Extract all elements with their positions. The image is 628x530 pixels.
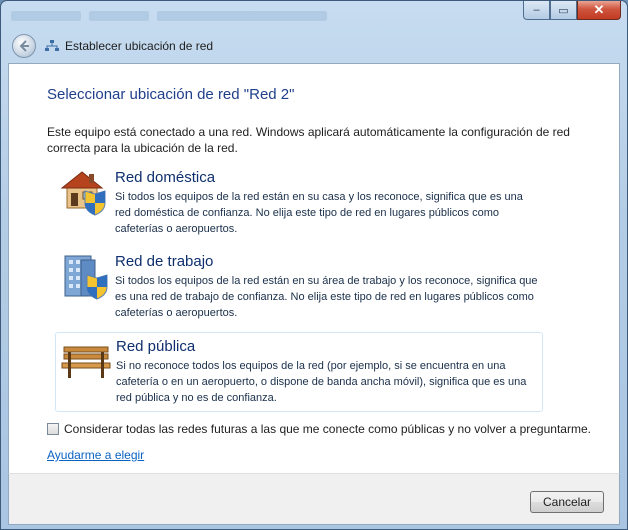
public-networks-checkbox-row: Considerar todas las redes futuras a las… (47, 422, 591, 436)
option-public-network[interactable]: Red pública Si no reconoce todos los equ… (55, 332, 543, 412)
nav-title: Establecer ubicación de red (65, 39, 214, 53)
title-bar[interactable]: – ▭ ✕ (1, 1, 627, 31)
option-title: Red pública (116, 338, 196, 355)
page-title: Seleccionar ubicación de red "Red 2" (47, 86, 295, 103)
cancel-button[interactable]: Cancelar (530, 491, 604, 513)
office-building-shield-icon (64, 255, 108, 300)
option-description: Si no reconoce todos los equipos de la r… (116, 360, 527, 404)
back-button[interactable] (12, 34, 36, 58)
option-description: Si todos los equipos de la red están en … (115, 191, 523, 235)
dialog-window: – ▭ ✕ Establecer ubicación de red Selecc… (0, 0, 628, 530)
close-button[interactable]: ✕ (577, 1, 621, 20)
nav-bar: Establecer ubicación de red (8, 31, 620, 61)
content-panel: Seleccionar ubicación de red "Red 2" Est… (8, 63, 620, 473)
park-bench-icon (61, 346, 111, 378)
option-home-network[interactable]: Red doméstica Si todos los equipos de la… (55, 164, 543, 244)
maximize-button[interactable]: ▭ (550, 1, 577, 20)
background-breadcrumb (11, 8, 507, 24)
option-description: Si todos los equipos de la red están en … (115, 275, 538, 319)
intro-text: Este equipo está conectado a una red. Wi… (47, 125, 570, 155)
option-title: Red de trabajo (115, 253, 214, 270)
footer: Cancelar (8, 473, 620, 525)
network-icon (45, 40, 59, 51)
window-controls: – ▭ ✕ (523, 1, 621, 20)
minimize-button[interactable]: – (523, 1, 550, 20)
help-link[interactable]: Ayudarme a elegir (47, 448, 144, 462)
public-networks-checkbox[interactable] (47, 423, 59, 435)
checkbox-label[interactable]: Considerar todas las redes futuras a las… (64, 422, 591, 436)
option-work-network[interactable]: Red de trabajo Si todos los equipos de l… (55, 248, 543, 328)
back-arrow-icon (19, 40, 29, 52)
house-shield-icon (60, 171, 106, 216)
option-title: Red doméstica (115, 169, 216, 186)
